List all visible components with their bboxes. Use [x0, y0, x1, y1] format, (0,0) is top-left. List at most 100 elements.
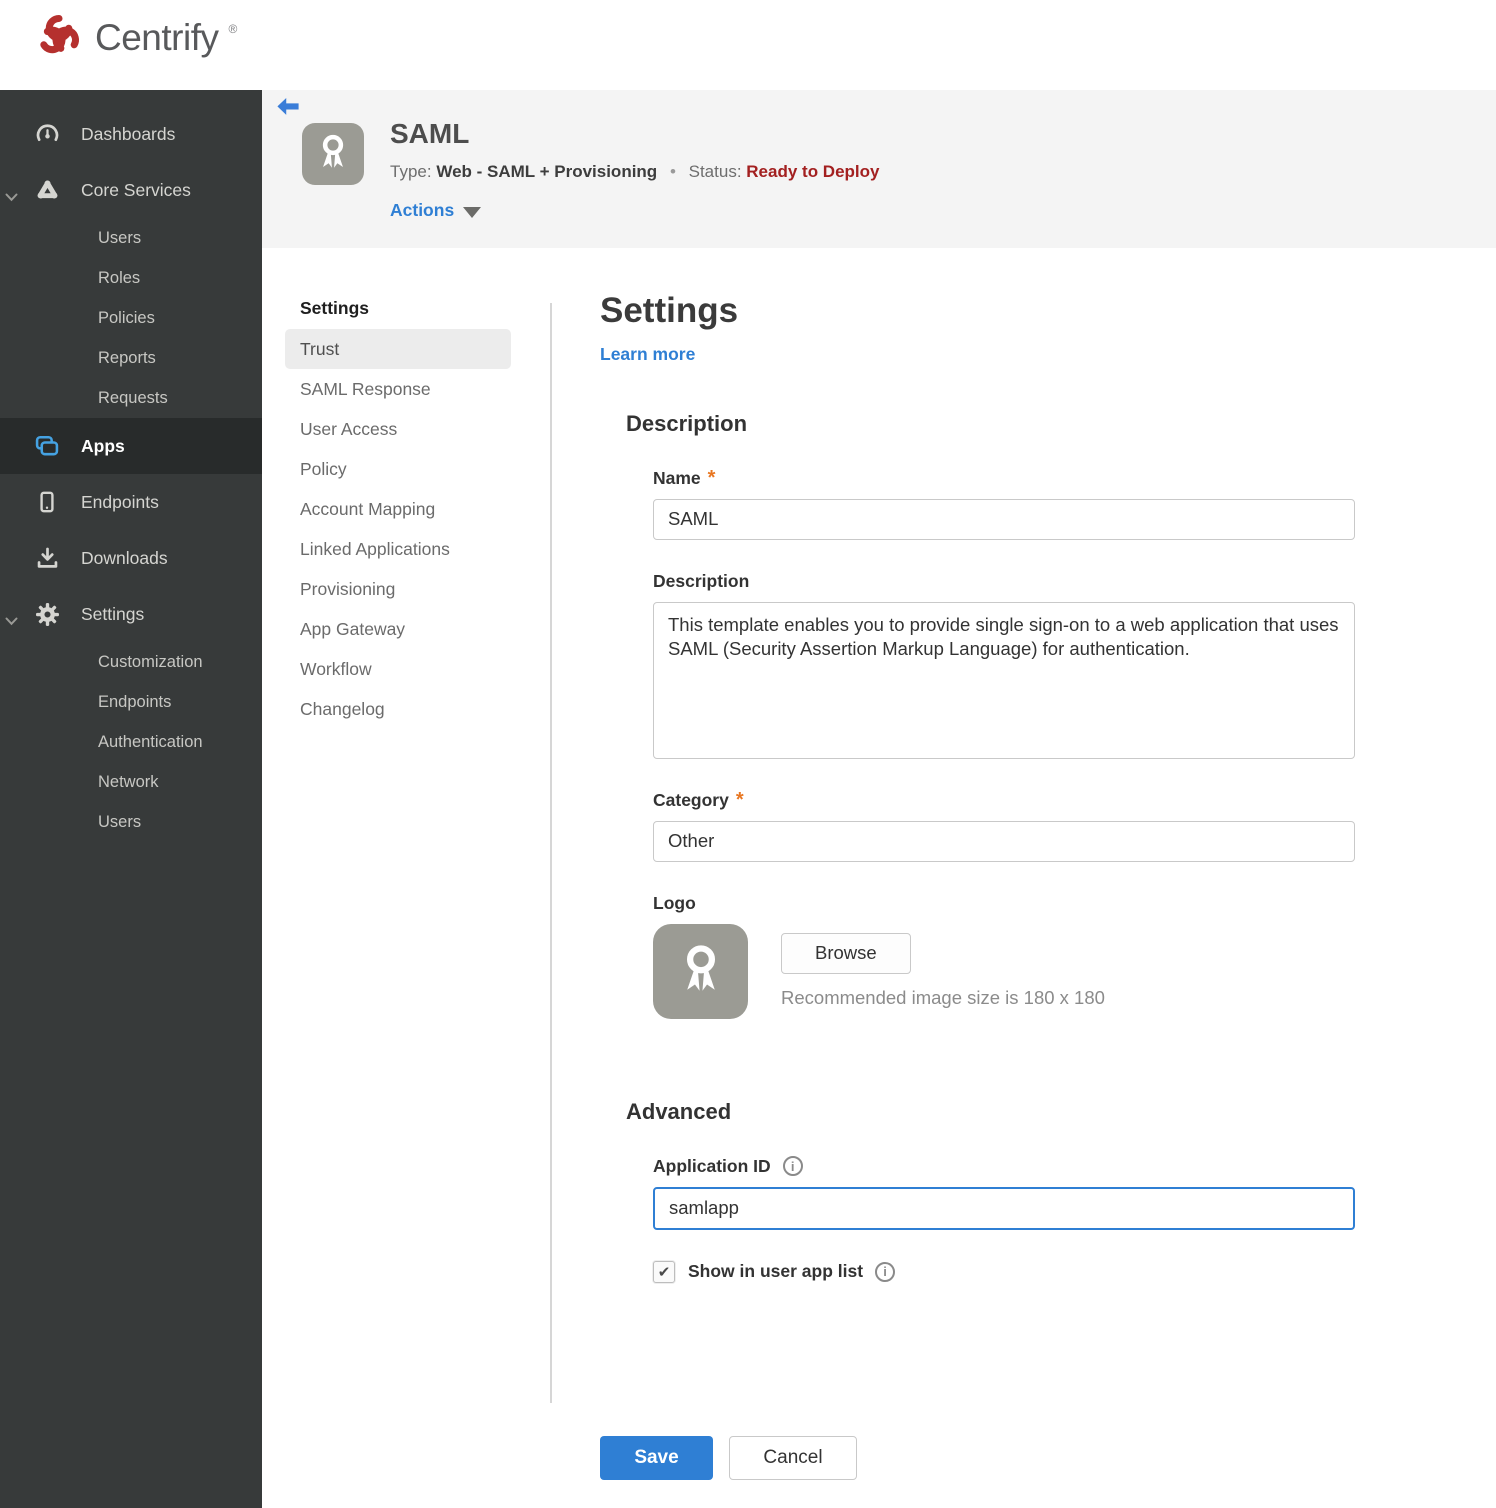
- description-form: Name * Description This template enables…: [653, 468, 1380, 1019]
- type-label: Type:: [390, 162, 432, 181]
- sidebar-item-apps[interactable]: Apps: [0, 418, 262, 474]
- apps-icon: [33, 432, 61, 460]
- info-icon[interactable]: i: [782, 1156, 803, 1176]
- save-button[interactable]: Save: [600, 1435, 713, 1480]
- description-label: Description: [653, 570, 750, 591]
- subnav-item-user-access[interactable]: User Access: [285, 409, 511, 449]
- back-arrow-icon[interactable]: [276, 97, 300, 117]
- meta-separator: •: [669, 162, 676, 181]
- chevron-down-icon: [5, 610, 18, 631]
- app-header: SAML Type: Web - SAML + Provisioning • S…: [262, 90, 1496, 248]
- sidebar-item-label: Network: [98, 772, 159, 791]
- sidebar-item-label: Roles: [98, 268, 141, 287]
- required-asterisk: *: [707, 467, 716, 489]
- sidebar-item-label: Endpoints: [81, 491, 159, 512]
- chevron-down-icon: [5, 186, 18, 207]
- panel-title: Settings: [600, 291, 739, 330]
- learn-more-link[interactable]: Learn more: [600, 344, 695, 365]
- actions-dropdown[interactable]: Actions: [390, 200, 482, 221]
- actions-label: Actions: [390, 200, 455, 220]
- subnav-item-provisioning[interactable]: Provisioning: [285, 569, 511, 609]
- gauge-icon: [33, 121, 61, 148]
- award-ribbon-icon: [312, 131, 354, 178]
- sidebar-item-dashboards[interactable]: Dashboards: [0, 106, 262, 162]
- subnav-item-workflow[interactable]: Workflow: [285, 649, 511, 689]
- cancel-button[interactable]: Cancel: [729, 1435, 857, 1480]
- registered-mark: ®: [228, 22, 238, 36]
- sidebar-item-authentication[interactable]: Authentication: [0, 722, 262, 762]
- sidebar-item-reports[interactable]: Reports: [0, 338, 262, 378]
- settings-panel: Settings Learn more Description Name * D…: [600, 291, 1380, 1480]
- sidebar-item-network[interactable]: Network: [0, 762, 262, 802]
- category-field[interactable]: [653, 820, 1355, 862]
- content-area: Settings Trust SAML Response User Access…: [262, 248, 1496, 1508]
- application-id-field[interactable]: [653, 1186, 1355, 1230]
- show-in-user-app-list-label: Show in user app list: [688, 1261, 864, 1281]
- check-mark-icon: ✔: [657, 1263, 671, 1281]
- sidebar-item-label: Authentication: [98, 732, 203, 751]
- download-icon: [33, 545, 61, 572]
- sidebar-item-label: Users: [98, 812, 142, 831]
- brand-name: Centrify: [95, 17, 219, 58]
- centrify-swirl-icon: [33, 10, 85, 67]
- sidebar-item-requests[interactable]: Requests: [0, 378, 262, 418]
- top-bar: Centrify ®: [0, 0, 1496, 90]
- advanced-section-heading: Advanced: [626, 1098, 732, 1124]
- description-field[interactable]: This template enables you to provide sin…: [653, 601, 1355, 759]
- show-in-user-app-list-checkbox[interactable]: ✔: [653, 1260, 675, 1283]
- description-section-heading: Description: [626, 410, 748, 436]
- form-footer: Save Cancel: [600, 1435, 1380, 1480]
- status-badge: Ready to Deploy: [746, 162, 880, 181]
- subnav-header: Settings: [300, 298, 370, 318]
- brand-logo[interactable]: Centrify ®: [33, 10, 237, 67]
- sidebar-item-customization[interactable]: Customization: [0, 642, 262, 682]
- advanced-form: Application ID i ✔ Show in user app list…: [653, 1156, 1380, 1283]
- sidebar-item-label: Customization: [98, 652, 203, 671]
- app-logo-tile: [302, 123, 364, 185]
- sidebar-item-label: Endpoints: [98, 692, 172, 711]
- subnav-item-changelog[interactable]: Changelog: [285, 689, 511, 729]
- subnav-item-account-mapping[interactable]: Account Mapping: [285, 489, 511, 529]
- sidebar-item-downloads[interactable]: Downloads: [0, 530, 262, 586]
- sidebar-item-users[interactable]: Users: [0, 218, 262, 258]
- sidebar-nav: Dashboards Core Services Users Roles Pol…: [0, 90, 262, 1508]
- award-ribbon-icon: [672, 940, 730, 1003]
- subnav-item-linked-applications[interactable]: Linked Applications: [285, 529, 511, 569]
- sidebar-item-label: Downloads: [81, 547, 168, 568]
- app-logo-preview: [653, 923, 748, 1019]
- sidebar-item-settings-users[interactable]: Users: [0, 802, 262, 842]
- sidebar-item-label: Users: [98, 228, 142, 247]
- logo-label: Logo: [653, 892, 696, 913]
- type-value: Web - SAML + Provisioning: [436, 162, 658, 181]
- device-icon: [33, 489, 61, 515]
- name-label: Name: [653, 467, 701, 488]
- subnav-item-trust[interactable]: Trust: [285, 329, 511, 369]
- sidebar-item-core-services[interactable]: Core Services: [0, 162, 262, 218]
- caret-down-icon: [463, 206, 482, 218]
- info-icon[interactable]: i: [875, 1261, 896, 1282]
- status-label: Status:: [688, 162, 742, 181]
- category-label: Category: [653, 789, 729, 810]
- sidebar-item-label: Dashboards: [81, 123, 176, 144]
- vertical-divider: [550, 303, 552, 1403]
- sidebar-item-policies[interactable]: Policies: [0, 298, 262, 338]
- sidebar-item-endpoints[interactable]: Endpoints: [0, 474, 262, 530]
- sidebar-item-label: Policies: [98, 308, 155, 327]
- sidebar-item-label: Apps: [81, 435, 125, 456]
- sidebar-item-settings-endpoints[interactable]: Endpoints: [0, 682, 262, 722]
- subnav-item-app-gateway[interactable]: App Gateway: [285, 609, 511, 649]
- page-title: SAML: [390, 118, 470, 149]
- logo-size-hint: Recommended image size is 180 x 180: [781, 986, 1105, 1008]
- sidebar-item-settings[interactable]: Settings: [0, 586, 262, 642]
- sidebar-item-label: Requests: [98, 388, 168, 407]
- subnav-item-policy[interactable]: Policy: [285, 449, 511, 489]
- sidebar-item-label: Core Services: [81, 179, 191, 200]
- browse-button[interactable]: Browse: [781, 932, 911, 974]
- name-field[interactable]: [653, 498, 1355, 540]
- gear-icon: [33, 601, 61, 628]
- sidebar-item-roles[interactable]: Roles: [0, 258, 262, 298]
- required-asterisk: *: [735, 789, 744, 811]
- application-id-label: Application ID: [653, 1155, 771, 1176]
- subnav-item-saml-response[interactable]: SAML Response: [285, 369, 511, 409]
- app-meta: Type: Web - SAML + Provisioning • Status…: [390, 162, 879, 182]
